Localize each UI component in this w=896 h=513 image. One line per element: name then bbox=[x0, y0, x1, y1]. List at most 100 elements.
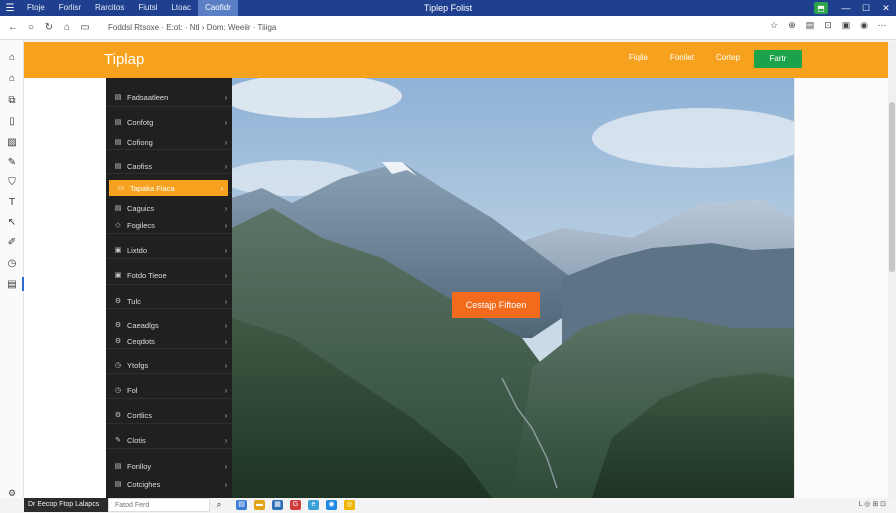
site-header: Tiplap Fiqile Fonilet Cortep Fartr bbox=[24, 42, 888, 78]
taskbar: Dr Eecop Ftop Lalapcs Fatod Ferd ⌕ ▤ ▬ ▦… bbox=[0, 498, 896, 512]
system-tray: L ◎ ⊞ ⊡ bbox=[858, 501, 886, 508]
list-icon: ▤ bbox=[114, 205, 122, 212]
minimize-button[interactable]: — bbox=[836, 3, 856, 13]
sidebar-item[interactable]: ✎ Clotis › bbox=[106, 432, 232, 448]
nav-link-2[interactable]: Fonilet bbox=[670, 53, 694, 62]
nav-link-1[interactable]: Fiqile bbox=[629, 53, 648, 62]
list-icon: ▤ bbox=[114, 481, 122, 488]
save-icon[interactable]: ▤ bbox=[0, 279, 24, 290]
app-icon-browser[interactable]: ◉ bbox=[326, 500, 337, 510]
copy-icon[interactable]: ⧉ bbox=[0, 95, 24, 106]
start-button[interactable]: Fartr bbox=[754, 50, 802, 68]
window-icon[interactable]: ▣ bbox=[838, 20, 854, 31]
sidebar-item[interactable]: ⚙ Cortlics › bbox=[106, 407, 232, 423]
window-controls: ⬒ — ☐ ✕ bbox=[814, 0, 896, 16]
menu-item-5[interactable]: Ltoac bbox=[164, 0, 198, 16]
sidebar-item[interactable]: ▤ Caguics › bbox=[106, 200, 232, 216]
pen-icon[interactable]: ✐ bbox=[0, 237, 24, 248]
chevron-right-icon: › bbox=[224, 360, 228, 370]
nav-link-3[interactable]: Cortep bbox=[716, 53, 740, 62]
menu-item-2[interactable]: Forlisr bbox=[52, 0, 88, 16]
taskbar-search-input[interactable]: Fatod Ferd bbox=[108, 498, 210, 512]
app-icon-explorer[interactable]: ▤ bbox=[236, 500, 247, 510]
sidebar-item[interactable]: ▤ Cofiong › bbox=[106, 134, 232, 150]
favorites-icon[interactable]: ⊕ bbox=[784, 20, 800, 31]
sidebar-item[interactable]: ▭ Tapaka Fiaca › bbox=[109, 180, 228, 196]
chevron-right-icon: › bbox=[224, 161, 228, 171]
home-icon[interactable]: ⌂ bbox=[0, 52, 24, 63]
sidebar-item[interactable]: ▤ Cotcighes › bbox=[106, 476, 232, 492]
gear-icon: ⚙ bbox=[114, 322, 122, 329]
app-icon[interactable]: ⬒ bbox=[814, 2, 828, 14]
sidebar-item[interactable]: ⚙ Ceqdots › bbox=[106, 333, 232, 349]
menu-item-6[interactable]: Caofidr bbox=[198, 0, 238, 16]
sidebar-item[interactable]: ⚙ Tulc › bbox=[106, 293, 232, 309]
chevron-right-icon: › bbox=[224, 479, 228, 489]
sidebar-divider bbox=[106, 106, 232, 107]
menu-item-4[interactable]: Fiutsl bbox=[131, 0, 164, 16]
collections-icon[interactable]: ▤ bbox=[802, 20, 818, 31]
app-icon-edge[interactable]: e bbox=[308, 500, 319, 510]
forward-icon[interactable]: ○ bbox=[22, 22, 40, 33]
maximize-button[interactable]: ☐ bbox=[856, 3, 876, 14]
star-icon[interactable]: ☆ bbox=[766, 20, 782, 31]
sidebar-item-label: Confotg bbox=[127, 117, 154, 127]
edit-icon[interactable]: ✎ bbox=[0, 157, 24, 168]
text-icon[interactable]: T bbox=[0, 197, 24, 208]
sidebar-item[interactable]: ⚙ Caeadlgs › bbox=[106, 317, 232, 333]
list-icon: ▤ bbox=[114, 163, 122, 170]
sidebar-item[interactable]: ▤ Fonlloy › bbox=[106, 458, 232, 474]
sidebar-item[interactable]: ◇ Fogilecs › bbox=[106, 217, 232, 233]
app-icon-folder[interactable]: ▬ bbox=[254, 500, 265, 510]
chevron-right-icon: › bbox=[224, 220, 228, 230]
sidebar-item-label: Lixtdo bbox=[127, 245, 148, 255]
cursor-icon[interactable]: ↖ bbox=[0, 217, 24, 228]
gear-icon: ⚙ bbox=[114, 412, 122, 419]
sidebar-item[interactable]: ▤ Caofiss › bbox=[106, 158, 232, 174]
refresh-icon[interactable]: ↻ bbox=[40, 22, 58, 33]
hero-cta-button[interactable]: Cestajp Fiftoen bbox=[452, 292, 540, 318]
sidebar-item-label: Caeadlgs bbox=[127, 320, 159, 330]
image-icon[interactable]: ▨ bbox=[0, 137, 24, 148]
sidebar-item-label: Cotcighes bbox=[127, 479, 161, 489]
search-icon[interactable]: ⌕ bbox=[212, 498, 226, 512]
shield-icon[interactable]: ⛉ bbox=[0, 177, 24, 188]
house-icon[interactable]: ⌂ bbox=[0, 73, 24, 84]
sidebar-divider bbox=[106, 423, 232, 424]
clock-icon[interactable]: ◷ bbox=[0, 258, 24, 269]
sidebar-item-label: Tulc bbox=[127, 296, 141, 306]
sidebar-item[interactable]: ▤ Fadsaatleen › bbox=[106, 89, 232, 105]
app-icon-store[interactable]: ▦ bbox=[272, 500, 283, 510]
chevron-right-icon: › bbox=[224, 320, 228, 330]
title-bar: ☰ Ftoje Forlisr Rarcitos Fiutsl Ltoac Ca… bbox=[0, 0, 896, 16]
sidebar-item[interactable]: ▣ Fotdo Tieoe › bbox=[106, 267, 232, 283]
sidebar-item[interactable]: ◷ Fol › bbox=[106, 382, 232, 398]
sidebar-item[interactable]: ▣ Lixtdo › bbox=[106, 242, 232, 258]
sidebar-item[interactable]: ▤ Confotg › bbox=[106, 114, 232, 130]
home-icon[interactable]: ⌂ bbox=[58, 22, 76, 33]
menu-item-file[interactable]: Ftoje bbox=[20, 0, 52, 16]
page-icon[interactable]: ▭ bbox=[76, 22, 94, 33]
lock-icon: ▣ bbox=[114, 247, 122, 254]
note-icon[interactable]: ▯ bbox=[0, 116, 24, 127]
profile-icon[interactable]: ◉ bbox=[856, 20, 872, 31]
page-scrollbar[interactable] bbox=[888, 42, 896, 498]
sidebar-item[interactable]: ◷ Ytofgs › bbox=[106, 357, 232, 373]
sidebar-item-label: Fol bbox=[127, 385, 138, 395]
more-icon[interactable]: ⋯ bbox=[874, 20, 890, 31]
chevron-right-icon: › bbox=[220, 183, 224, 193]
menu-item-3[interactable]: Rarcitos bbox=[88, 0, 131, 16]
chevron-right-icon: › bbox=[224, 296, 228, 306]
back-icon[interactable]: ← bbox=[4, 22, 22, 33]
chevron-right-icon: › bbox=[224, 435, 228, 445]
app-icon-mail[interactable]: G bbox=[290, 500, 301, 510]
menu-icon[interactable]: ☰ bbox=[0, 3, 20, 14]
site-logo[interactable]: Tiplap bbox=[104, 51, 144, 68]
screenshot-icon[interactable]: ⊡ bbox=[820, 20, 836, 31]
close-button[interactable]: ✕ bbox=[876, 3, 896, 14]
taskbar-start[interactable]: Dr Eecop Ftop Lalapcs bbox=[24, 498, 108, 512]
url-field[interactable]: Foddsl Rtsoxe · E:ot: · Ntl › Dom: Weeii… bbox=[102, 19, 742, 37]
scrollbar-thumb[interactable] bbox=[889, 102, 895, 272]
folder-icon: ▭ bbox=[117, 185, 125, 192]
app-icon-chrome[interactable]: ◎ bbox=[344, 500, 355, 510]
